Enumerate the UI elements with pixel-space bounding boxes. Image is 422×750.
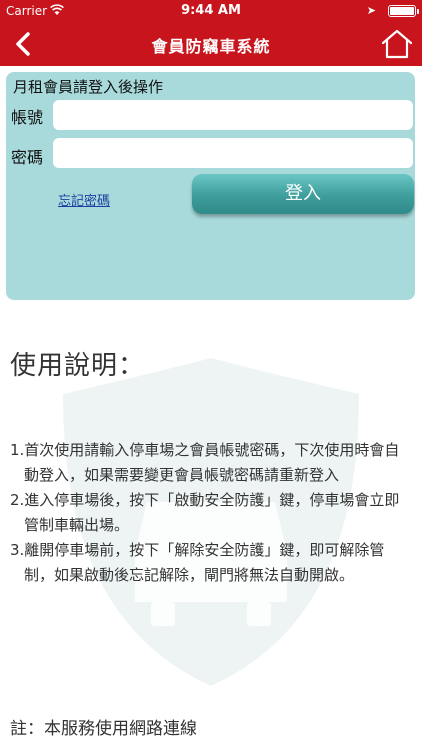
location-arrow-icon: ➤ (366, 4, 376, 17)
instruction-item: 3.離開停車場前，按下「解除安全防護」鍵，即可解除管制，如果啟動後忘記解除，閘門… (10, 541, 385, 584)
login-button[interactable]: 登入 (192, 174, 414, 214)
account-input[interactable] (53, 100, 413, 130)
login-panel: 月租會員請登入後操作 帳號 密碼 忘記密碼 登入 (6, 72, 415, 300)
page-title: 會員防竊車系統 (151, 37, 271, 56)
instructions-list: 1.首次使用請輸入停車場之會員帳號密碼，下次使用時會自動登入，如果需要變更會員帳… (10, 438, 412, 588)
password-input[interactable] (53, 138, 413, 168)
password-label: 密碼 (11, 148, 44, 167)
instruction-item: 1.首次使用請輸入停車場之會員帳號密碼，下次使用時會自動登入，如果需要變更會員帳… (10, 441, 400, 484)
status-time: 9:44 AM (181, 3, 241, 18)
battery-icon (388, 5, 419, 17)
network-note: 註：本服務使用網路連線 (10, 719, 197, 739)
forgot-password-link[interactable]: 忘記密碼 (58, 190, 110, 209)
nav-bar: 會員防竊車系統 (0, 22, 422, 66)
instructions-title: 使用說明： (10, 351, 146, 381)
status-bar: Carrier 9:44 AM ➤ (0, 0, 422, 22)
home-icon[interactable] (380, 27, 414, 61)
account-label: 帳號 (11, 108, 44, 127)
instruction-item: 2.進入停車場後，按下「啟動安全防護」鍵，停車場會立即管制車輛出場。 (10, 491, 400, 534)
login-hint: 月租會員請登入後操作 (13, 78, 164, 96)
